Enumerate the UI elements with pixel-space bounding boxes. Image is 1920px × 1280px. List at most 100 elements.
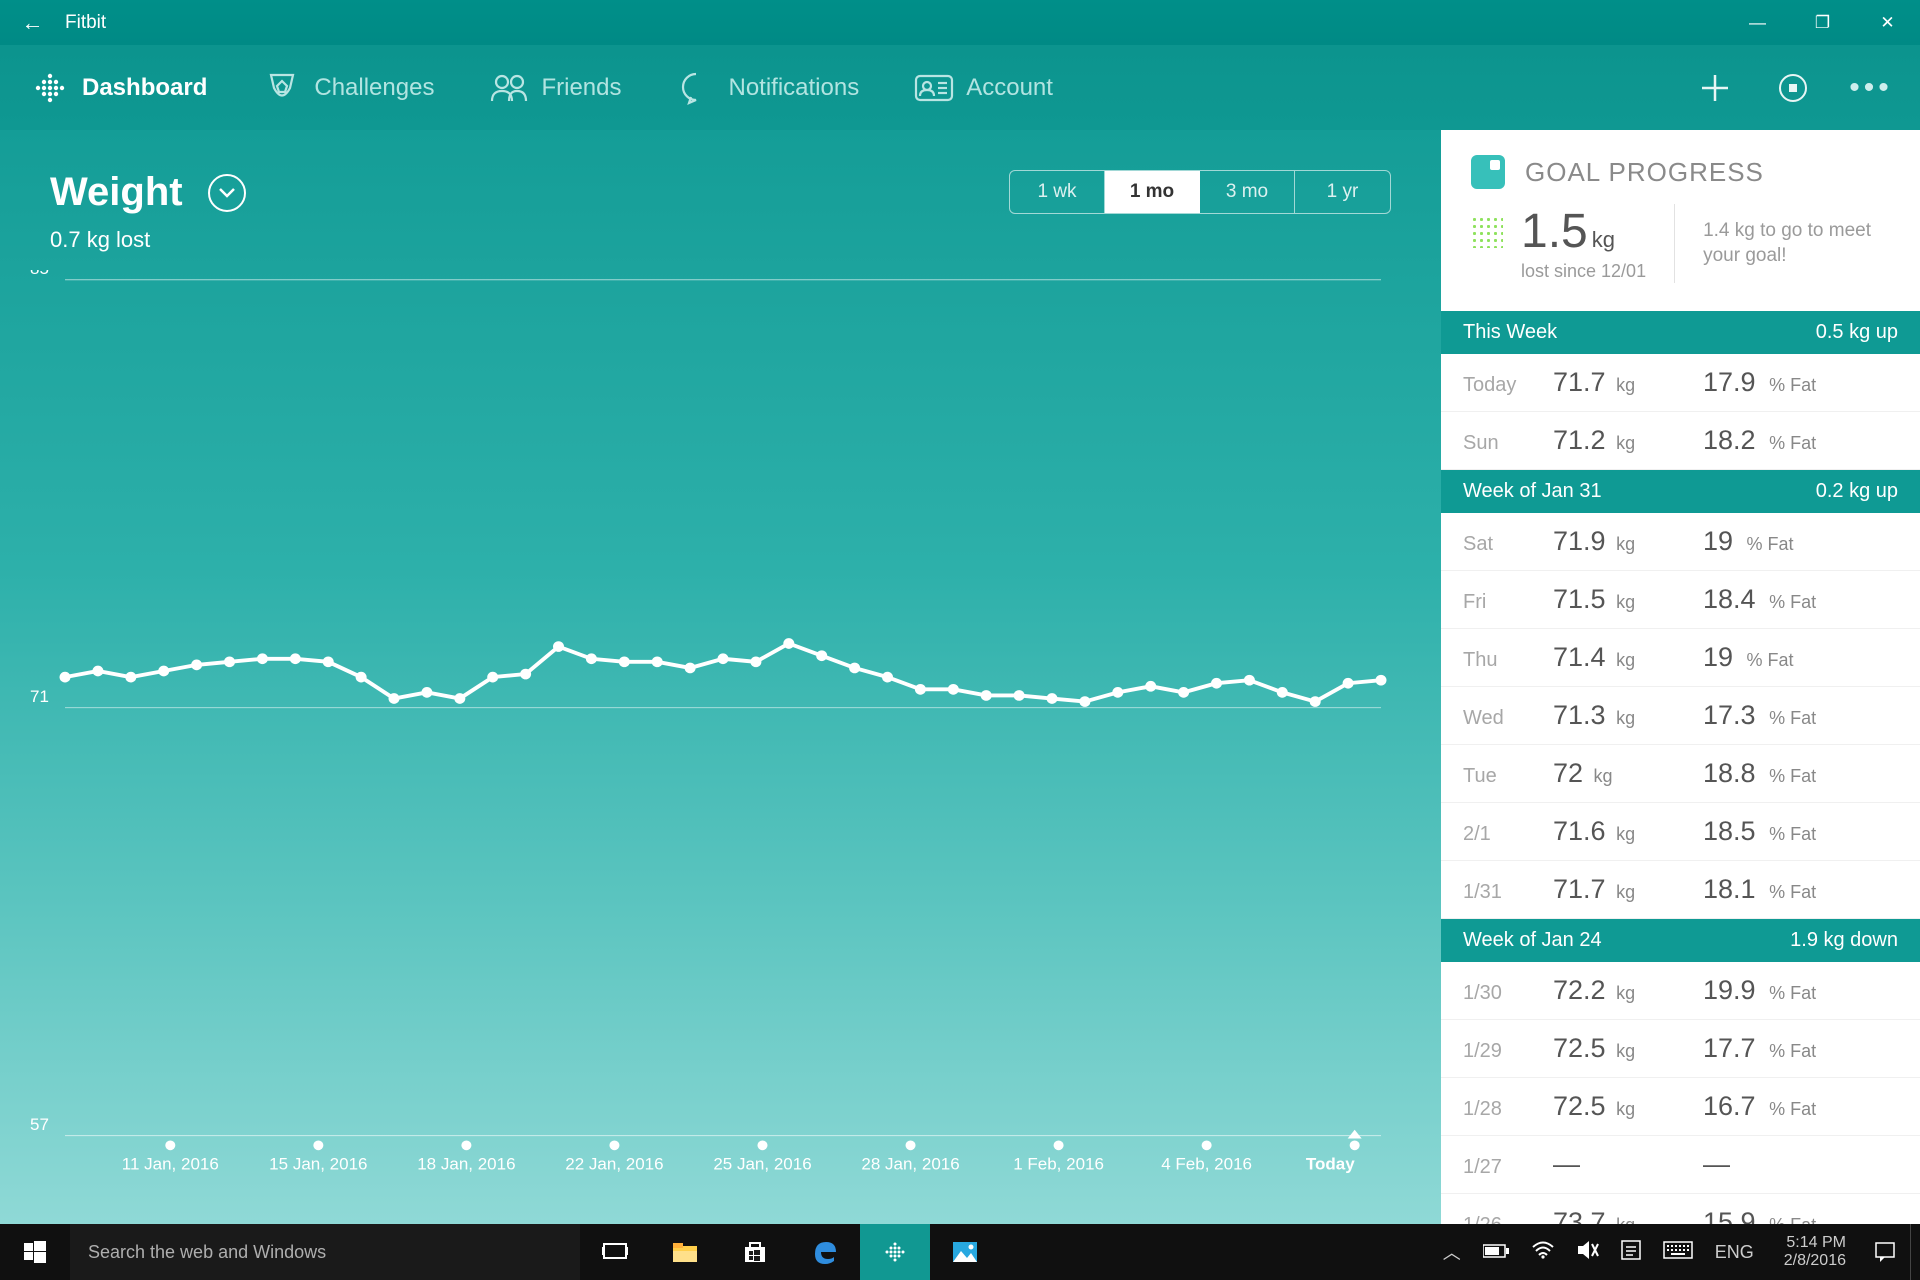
entry-day: Fri (1463, 591, 1553, 614)
close-button[interactable]: ✕ (1855, 0, 1920, 45)
challenges-icon (262, 68, 302, 108)
svg-text:1 Feb, 2016: 1 Feb, 2016 (1013, 1155, 1104, 1174)
keyboard-icon[interactable] (1663, 1240, 1693, 1265)
nav-dashboard[interactable]: Dashboard (30, 68, 207, 108)
svg-text:28 Jan, 2016: 28 Jan, 2016 (861, 1155, 959, 1174)
weight-entry-row[interactable]: 1/2872.5 kg16.7 % Fat (1441, 1078, 1920, 1136)
entry-fat: 18.1 % Fat (1703, 874, 1816, 905)
svg-text:Today: Today (1306, 1155, 1355, 1174)
task-view-button[interactable] (580, 1224, 650, 1280)
system-tray[interactable]: ︿ ENG (1427, 1239, 1770, 1265)
start-button[interactable] (0, 1224, 70, 1280)
entry-day: Thu (1463, 649, 1553, 672)
weight-entry-row[interactable]: Fri71.5 kg18.4 % Fat (1441, 571, 1920, 629)
taskbar-search[interactable]: Search the web and Windows (70, 1224, 580, 1280)
week-delta: 1.9 kg down (1790, 929, 1898, 952)
week-header[interactable]: Week of Jan 31 0.2 kg up (1441, 470, 1920, 513)
weight-entry-row[interactable]: 1/3171.7 kg18.1 % Fat (1441, 861, 1920, 919)
task-edge[interactable] (790, 1224, 860, 1280)
weight-chart[interactable]: 85715711 Jan, 201615 Jan, 201618 Jan, 20… (30, 270, 1391, 1194)
entry-day: 1/27 (1463, 1156, 1553, 1179)
nav-account[interactable]: Account (914, 68, 1053, 108)
weight-entry-row[interactable]: Tue72 kg18.8 % Fat (1441, 745, 1920, 803)
weight-entry-row[interactable]: 1/27—— (1441, 1136, 1920, 1194)
nav-label: Friends (541, 74, 621, 102)
entry-fat: 19.9 % Fat (1703, 975, 1816, 1006)
dashboard-icon (30, 68, 70, 108)
language-indicator[interactable]: ENG (1715, 1242, 1754, 1263)
top-navigation: Dashboard Challenges Friends Notificatio… (0, 45, 1920, 130)
svg-text:85: 85 (30, 270, 49, 278)
weight-entry-row[interactable]: Thu71.4 kg19 % Fat (1441, 629, 1920, 687)
entry-fat: 15.9 % Fat (1703, 1207, 1816, 1224)
range-1wk[interactable]: 1 wk (1010, 171, 1105, 213)
sync-badge-icon[interactable] (1774, 69, 1812, 107)
nav-notifications[interactable]: Notifications (676, 68, 859, 108)
friends-icon (489, 68, 529, 108)
task-file-explorer[interactable] (650, 1224, 720, 1280)
range-1yr[interactable]: 1 yr (1295, 171, 1390, 213)
entry-fat: 19 % Fat (1703, 526, 1794, 557)
entry-weight: 72.2 kg (1553, 975, 1703, 1006)
entry-weight: 73.7 kg (1553, 1207, 1703, 1224)
time-range-segmented: 1 wk 1 mo 3 mo 1 yr (1009, 170, 1391, 214)
weight-entry-row[interactable]: Wed71.3 kg17.3 % Fat (1441, 687, 1920, 745)
tray-chevron-icon[interactable]: ︿ (1443, 1239, 1461, 1265)
show-desktop-button[interactable] (1910, 1224, 1920, 1280)
weight-entry-row[interactable]: 1/3072.2 kg19.9 % Fat (1441, 962, 1920, 1020)
battery-icon[interactable] (1483, 1242, 1509, 1263)
windows-taskbar: Search the web and Windows ︿ ENG (0, 1224, 1920, 1280)
task-store[interactable] (720, 1224, 790, 1280)
week-delta: 0.5 kg up (1816, 321, 1898, 344)
weight-entry-row[interactable]: 2/171.6 kg18.5 % Fat (1441, 803, 1920, 861)
entry-weight: 71.3 kg (1553, 700, 1703, 731)
entry-weight: 71.5 kg (1553, 584, 1703, 615)
window-title: Fitbit (65, 12, 106, 34)
notes-tray-icon[interactable] (1621, 1240, 1641, 1265)
add-button[interactable] (1696, 69, 1734, 107)
volume-icon[interactable] (1577, 1240, 1599, 1265)
search-placeholder: Search the web and Windows (88, 1242, 326, 1263)
expand-chevron-icon[interactable] (208, 174, 246, 212)
goal-section-title: GOAL PROGRESS (1525, 157, 1764, 188)
taskbar-clock[interactable]: 5:14 PM 2/8/2016 (1770, 1234, 1860, 1271)
entry-day: 1/26 (1463, 1214, 1553, 1224)
svg-text:22 Jan, 2016: 22 Jan, 2016 (565, 1155, 663, 1174)
entry-fat: 18.8 % Fat (1703, 758, 1816, 789)
entry-day: 2/1 (1463, 823, 1553, 846)
entry-day: 1/29 (1463, 1040, 1553, 1063)
entry-weight: 71.7 kg (1553, 367, 1703, 398)
nav-friends[interactable]: Friends (489, 68, 621, 108)
range-1mo[interactable]: 1 mo (1105, 171, 1200, 213)
weight-entry-row[interactable]: 1/2972.5 kg17.7 % Fat (1441, 1020, 1920, 1078)
more-button[interactable]: ••• (1852, 69, 1890, 107)
week-title: Week of Jan 24 (1463, 929, 1602, 952)
maximize-button[interactable]: ❐ (1790, 0, 1855, 45)
svg-text:11 Jan, 2016: 11 Jan, 2016 (122, 1155, 219, 1174)
action-center-button[interactable] (1860, 1224, 1910, 1280)
task-photos[interactable] (930, 1224, 1000, 1280)
back-button[interactable]: ← (0, 10, 65, 36)
entry-day: Sat (1463, 533, 1553, 556)
range-3mo[interactable]: 3 mo (1200, 171, 1295, 213)
notifications-icon (676, 68, 716, 108)
entry-day: Tue (1463, 765, 1553, 788)
entry-weight: 71.2 kg (1553, 425, 1703, 456)
minimize-button[interactable]: — (1725, 0, 1790, 45)
entry-fat: 19 % Fat (1703, 642, 1794, 673)
week-header[interactable]: Week of Jan 24 1.9 kg down (1441, 919, 1920, 962)
week-delta: 0.2 kg up (1816, 480, 1898, 503)
weight-entry-row[interactable]: Today71.7 kg17.9 % Fat (1441, 354, 1920, 412)
task-fitbit[interactable] (860, 1224, 930, 1280)
weight-entry-row[interactable]: Sun71.2 kg18.2 % Fat (1441, 412, 1920, 470)
week-header[interactable]: This Week0.5 kg up (1441, 311, 1920, 354)
entry-fat: 17.3 % Fat (1703, 700, 1816, 731)
entry-fat: 17.9 % Fat (1703, 367, 1816, 398)
weight-entry-row[interactable]: Sat71.9 kg19 % Fat (1441, 513, 1920, 571)
weight-entry-row[interactable]: 1/2673.7 kg15.9 % Fat (1441, 1194, 1920, 1224)
nav-label: Account (966, 74, 1053, 102)
nav-challenges[interactable]: Challenges (262, 68, 434, 108)
wifi-icon[interactable] (1531, 1241, 1555, 1264)
goal-panel: GOAL PROGRESS 1.5kg lost since 12/01 1.4… (1441, 130, 1920, 1224)
week-title: Week of Jan 31 (1463, 480, 1602, 503)
